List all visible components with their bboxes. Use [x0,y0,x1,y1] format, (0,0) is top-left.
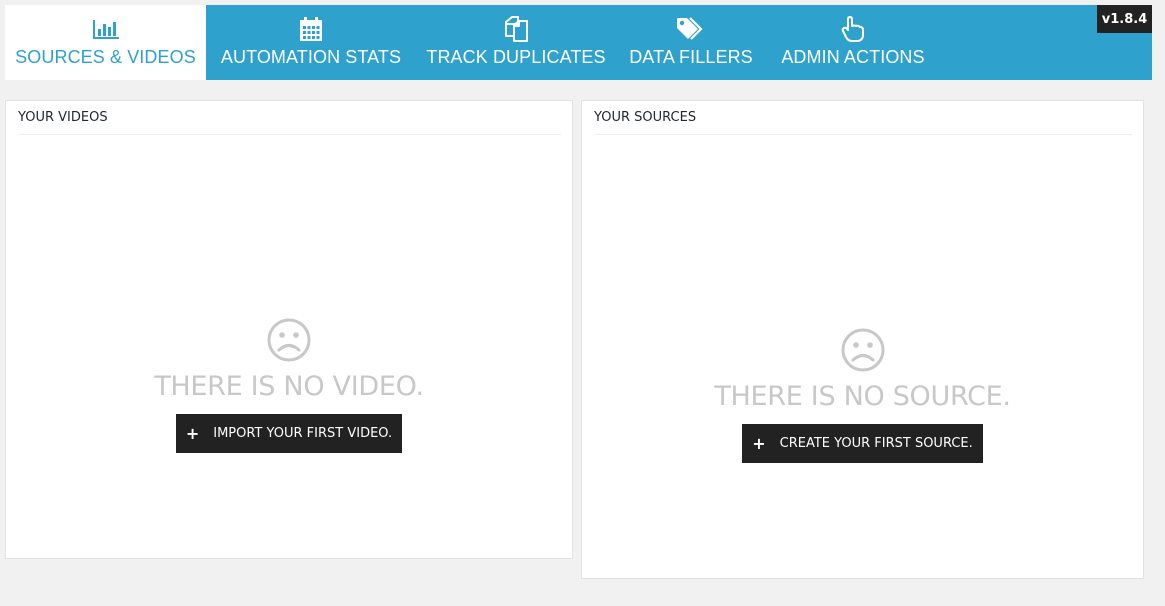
empty-message: THERE IS NO VIDEO. [154,371,424,402]
panel-title: YOUR SOURCES [594,110,697,125]
tab-label: SOURCES & VIDEOS [15,47,196,67]
button-label: IMPORT YOUR FIRST VIDEO. [213,426,393,441]
copy-icon [503,16,529,42]
empty-state: THERE IS NO VIDEO. + IMPORT YOUR FIRST V… [6,317,572,453]
create-first-source-button[interactable]: + CREATE YOUR FIRST SOURCE. [742,424,983,463]
tab-label: AUTOMATION STATS [220,47,402,67]
divider [594,134,1132,135]
plus-icon: + [752,433,766,453]
sad-face-icon [840,327,886,373]
tab-label: DATA FILLERS [629,47,753,67]
divider [18,134,561,135]
empty-message: THERE IS NO SOURCE. [714,381,1011,412]
bar-chart-icon [92,16,120,42]
button-label: CREATE YOUR FIRST SOURCE. [779,436,973,451]
tab-label: TRACK DUPLICATES [426,47,606,67]
tab-automation-stats[interactable]: AUTOMATION STATS [206,5,416,80]
sources-panel: YOUR SOURCES THERE IS NO SOURCE. + CREAT… [581,100,1144,579]
tab-sources-videos[interactable]: SOURCES & VIDEOS [5,5,206,80]
tab-label: ADMIN ACTIONS [781,47,925,67]
hand-pointer-icon [841,16,865,42]
import-first-video-button[interactable]: + IMPORT YOUR FIRST VIDEO. [175,414,403,453]
version-badge: v1.8.4 [1097,5,1152,33]
calendar-icon [299,16,323,42]
videos-panel: YOUR VIDEOS THERE IS NO VIDEO. + IMPORT … [5,100,573,559]
tab-admin-actions[interactable]: ADMIN ACTIONS [766,5,940,80]
empty-state: THERE IS NO SOURCE. + CREATE YOUR FIRST … [582,327,1143,463]
tags-icon [676,16,706,42]
sad-face-icon [266,317,312,363]
tab-track-duplicates[interactable]: TRACK DUPLICATES [416,5,616,80]
panel-title: YOUR VIDEOS [18,110,108,125]
plus-icon: + [185,423,200,443]
top-navigation: SOURCES & VIDEOS AUTOMATION STATS TRACK … [5,5,1152,80]
tab-data-fillers[interactable]: DATA FILLERS [616,5,766,80]
